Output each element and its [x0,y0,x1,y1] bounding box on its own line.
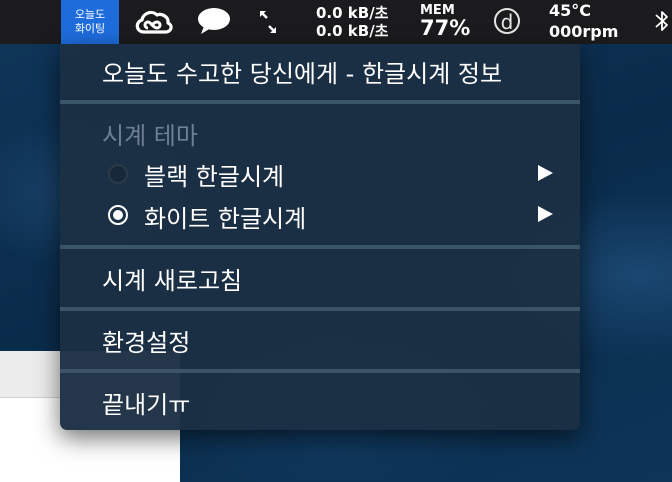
menu-bar: 오늘도 화이팅 0.0 kB/초 0.0 kB/초 MEM 77% d 45°C… [0,0,672,44]
sensor-stats[interactable]: 45°C 000rpm [549,0,618,42]
network-upload-rate: 0.0 kB/초 [316,4,389,22]
radio-selected-icon [108,205,128,225]
d-circle-icon[interactable]: d [494,8,520,34]
menu-item-quit[interactable]: 끝내기ㅠ [102,385,190,420]
radio-unselected-icon [108,164,128,184]
clock-label-line1: 오늘도 [74,8,106,21]
creative-cloud-icon[interactable] [132,7,174,37]
status-dropdown-menu: 오늘도 수고한 당신에게 - 한글시계 정보 시계 테마 블랙 한글시계 화이트… [60,44,580,430]
menu-separator [60,245,580,249]
submenu-arrow-icon [538,165,553,181]
hangul-clock-status-item[interactable]: 오늘도 화이팅 [61,0,119,44]
menu-separator [60,100,580,104]
menu-section-theme-header: 시계 테마 [102,122,198,150]
temperature-readout: 45°C [549,1,592,20]
fan-speed-readout: 000rpm [549,22,619,41]
menu-item-about[interactable]: 오늘도 수고한 당신에게 - 한글시계 정보 [102,54,502,89]
menu-separator [60,369,580,373]
menu-item-refresh[interactable]: 시계 새로고침 [102,261,242,296]
memory-stat[interactable]: MEM 77% [420,4,470,39]
network-stats[interactable]: 0.0 kB/초 0.0 kB/초 [316,4,388,40]
network-download-rate: 0.0 kB/초 [316,22,389,40]
theme-white-label: 화이트 한글시계 [144,205,307,233]
clock-label-line2: 화이팅 [74,22,106,35]
chat-bubble-icon[interactable] [196,6,232,36]
bluetooth-icon[interactable] [652,6,672,38]
expand-arrows-icon[interactable] [255,6,281,36]
submenu-arrow-icon [538,206,553,222]
menu-item-preferences[interactable]: 환경설정 [102,323,190,358]
menu-separator [60,307,580,311]
memory-value: 77% [420,16,471,40]
theme-black-label: 블랙 한글시계 [144,163,285,191]
d-circle-glyph: d [500,10,514,34]
